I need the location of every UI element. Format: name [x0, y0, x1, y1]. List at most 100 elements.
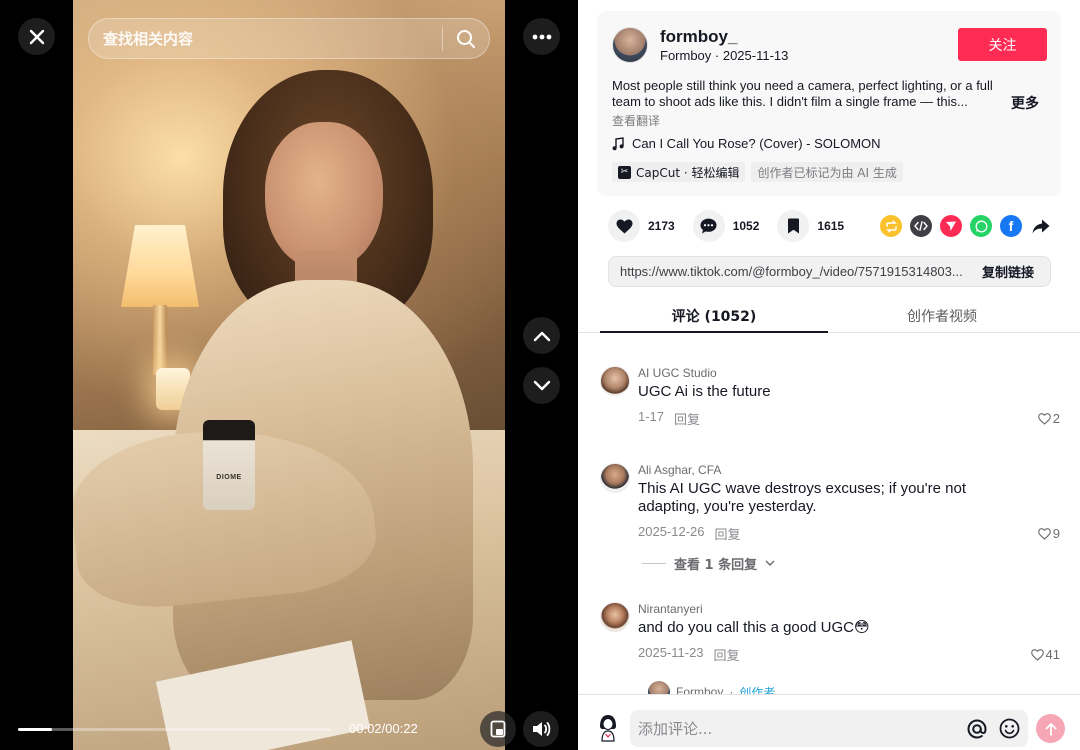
like-action[interactable]: 2173 [608, 210, 675, 242]
comment-username[interactable]: Nirantanyeri [638, 602, 703, 616]
action-row: 2173 1052 1615 [608, 210, 844, 242]
search-input[interactable] [89, 19, 442, 58]
comment-input-bar [578, 694, 1080, 750]
comment-date: 2025-12-26 [638, 524, 705, 539]
close-icon [29, 29, 44, 44]
save-button[interactable] [777, 210, 810, 242]
video-description: Most people still think you need a camer… [612, 78, 993, 109]
comment-meta: 2025-11-23 回复 [638, 645, 740, 664]
jar-label: DIOME [216, 474, 242, 481]
reply-preview[interactable]: Formboy · 创作者 [648, 681, 775, 694]
video-player[interactable]: DIOME 00:02/00:22 [0, 0, 578, 750]
repost-glyph [885, 220, 897, 232]
author-name[interactable]: formboy_ [660, 27, 737, 47]
video-frame[interactable]: DIOME [73, 0, 505, 750]
comment-item: Ali Asghar, CFA This AI UGC wave destroy… [600, 463, 1060, 553]
comment-username[interactable]: AI UGC Studio [638, 366, 717, 380]
search-button[interactable] [443, 19, 489, 58]
emoji-smile-icon [999, 718, 1019, 739]
tab-bar: 评论 (1052) 创作者视频 [578, 297, 1080, 333]
facebook-glyph: f [1008, 218, 1014, 234]
comment-avatar[interactable] [600, 463, 630, 493]
save-action[interactable]: 1615 [777, 210, 844, 242]
comment-item: Nirantanyeri and do you call this a good… [600, 602, 1060, 677]
comment-count: 1052 [732, 219, 760, 233]
comment-avatar[interactable] [600, 602, 630, 632]
comment-text: and do you call this a good UGC😳 [638, 619, 870, 636]
comment-like-count: 41 [1045, 647, 1060, 662]
comment-meta: 1-17 回复 [638, 409, 700, 428]
like-button[interactable] [608, 210, 640, 242]
comment-like-count: 9 [1052, 526, 1060, 541]
comment-like-button[interactable]: 2 [1037, 411, 1060, 426]
whatsapp-glyph [975, 220, 987, 232]
reply-separator: · [729, 685, 734, 694]
comment-reply-button[interactable]: 回复 [674, 409, 700, 428]
capcut-tag[interactable]: ✂ CapCut · 轻松编辑 [612, 162, 746, 182]
comment-like-button[interactable]: 9 [1037, 526, 1060, 541]
ai-generated-tag: 创作者已标记为由 AI 生成 [751, 162, 903, 182]
video-link-box: https://www.tiktok.com/@formboy_/video/7… [608, 256, 1051, 287]
video-time: 00:02/00:22 [349, 721, 418, 736]
comment-avatar[interactable] [600, 366, 630, 396]
follow-button[interactable]: 关注 [958, 28, 1047, 61]
author-avatar[interactable] [612, 27, 648, 63]
video-link-text[interactable]: https://www.tiktok.com/@formboy_/video/7… [609, 264, 966, 279]
send-comment-button[interactable] [1036, 714, 1065, 743]
arrow-up-icon [1045, 722, 1056, 736]
heart-outline-icon [1030, 648, 1044, 661]
music-row[interactable]: Can I Call You Rose? (Cover) - SOLOMON [612, 136, 881, 151]
comment-action[interactable]: 1052 [692, 210, 760, 242]
comment-date: 2025-11-23 [638, 645, 704, 660]
like-count: 2173 [648, 219, 675, 233]
capcut-tag-label: CapCut · 轻松编辑 [636, 165, 740, 180]
save-count: 1615 [817, 219, 845, 233]
at-sign-icon [967, 718, 987, 739]
facebook-icon[interactable]: f [1000, 215, 1022, 237]
embed-glyph [914, 221, 928, 231]
repost-icon[interactable] [880, 215, 902, 237]
whatsapp-icon[interactable] [970, 215, 992, 237]
volume-button[interactable] [523, 711, 559, 747]
search-bar[interactable] [88, 18, 490, 59]
lamp-base [153, 305, 167, 375]
comment-list[interactable]: AI UGC Studio UGC Ai is the future 1-17 … [578, 334, 1080, 694]
next-video-button[interactable] [523, 367, 560, 404]
comment-username[interactable]: Ali Asghar, CFA [638, 463, 721, 477]
mention-button[interactable] [964, 716, 990, 742]
music-title: Can I Call You Rose? (Cover) - SOLOMON [632, 136, 881, 151]
translate-link[interactable]: 查看翻译 [612, 112, 660, 129]
emoji-button[interactable] [996, 716, 1022, 742]
copy-link-button[interactable]: 复制链接 [966, 262, 1050, 281]
previous-video-button[interactable] [523, 317, 560, 354]
comment-like-count: 2 [1052, 411, 1060, 426]
more-dots-icon [532, 34, 551, 39]
more-options-button[interactable] [523, 18, 560, 55]
view-replies-button[interactable]: 查看 1 条回复 [642, 554, 775, 573]
comment-item: AI UGC Studio UGC Ai is the future 1-17 … [600, 366, 1060, 436]
close-button[interactable] [18, 18, 55, 55]
video-progress-bar[interactable] [18, 728, 331, 731]
volume-icon [533, 722, 551, 736]
comment-bubble-icon [700, 218, 717, 234]
video-progress-fill [18, 728, 53, 731]
comment-reply-button[interactable]: 回复 [715, 524, 741, 543]
bookmark-icon [787, 218, 799, 234]
user-avatar-icon[interactable] [596, 712, 620, 742]
share-arrow-icon[interactable] [1030, 215, 1052, 237]
more-description-button[interactable]: 更多 [1011, 93, 1039, 113]
chevron-down-icon [533, 380, 550, 390]
embed-icon[interactable] [910, 215, 932, 237]
comment-like-button[interactable]: 41 [1030, 647, 1060, 662]
tab-comments[interactable]: 评论 (1052) [600, 297, 828, 333]
comment-button[interactable] [692, 210, 725, 242]
capcut-icon: ✂ [618, 165, 631, 179]
comment-reply-button[interactable]: 回复 [714, 645, 740, 664]
comment-input[interactable] [630, 710, 964, 747]
picture-in-picture-button[interactable] [480, 711, 516, 747]
tab-creator-videos[interactable]: 创作者视频 [828, 297, 1056, 332]
send-to-friends-icon[interactable] [940, 215, 962, 237]
creator-badge: 创作者 [739, 685, 776, 695]
tag-row: ✂ CapCut · 轻松编辑 创作者已标记为由 AI 生成 [612, 162, 903, 182]
chevron-up-icon [533, 331, 550, 341]
